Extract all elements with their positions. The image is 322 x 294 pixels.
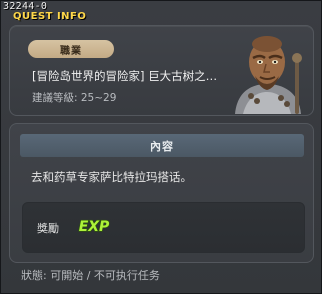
- content-header: 內容: [20, 134, 304, 157]
- npc-portrait-icon: [235, 36, 302, 114]
- reward-label: 獎勵: [37, 222, 59, 235]
- quest-info-window: 32244-0 QUEST INFO 職業 [冒险岛世界的冒险家] 巨大古树之……: [0, 0, 322, 294]
- window-title: QUEST INFO: [13, 11, 87, 22]
- reward-panel: 獎勵 EXP: [22, 202, 305, 253]
- quest-description: 去和药草专家萨比特拉玛搭话。: [31, 170, 192, 184]
- status-line: 狀態: 可開始 / 不可执行任务: [21, 269, 160, 282]
- recommended-level: 建議等級: 25~29: [32, 92, 117, 104]
- job-badge: 職業: [28, 40, 114, 58]
- exp-icon: EXP: [78, 218, 111, 235]
- exp-icon-text: EXP: [79, 219, 110, 235]
- quest-header-panel: 職業 [冒险岛世界的冒险家] 巨大古树之… 建議等級: 25~29: [9, 25, 314, 116]
- content-panel: 內容 去和药草专家萨比特拉玛搭话。 獎勵 EXP: [9, 123, 314, 263]
